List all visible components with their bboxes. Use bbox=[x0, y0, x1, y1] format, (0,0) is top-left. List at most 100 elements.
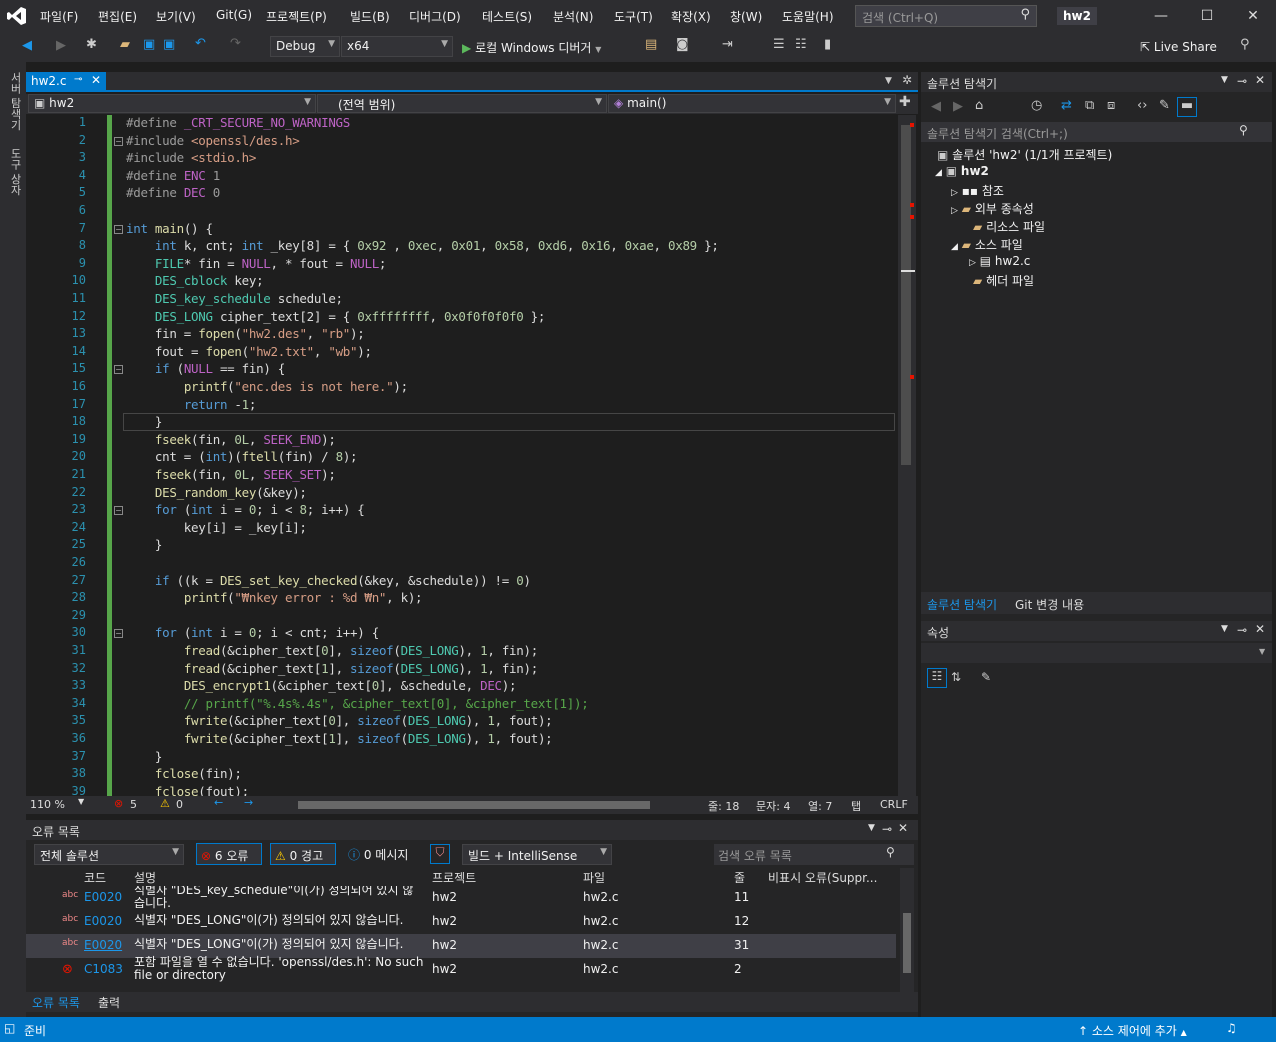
forward-icon[interactable]: ▶ bbox=[953, 99, 963, 114]
feedback-icon[interactable]: ⚲ bbox=[1240, 37, 1250, 52]
tab-output[interactable]: 출력 bbox=[98, 994, 120, 1011]
code-line[interactable]: fseek(fin, 0L, SEEK_SET); bbox=[126, 467, 336, 482]
property-pages-icon[interactable]: ✎ bbox=[981, 670, 991, 684]
fold-toggle-icon[interactable]: − bbox=[114, 629, 123, 639]
open-folder-icon[interactable]: ▰ bbox=[120, 37, 130, 52]
code-line[interactable]: DES_LONG cipher_text[2] = { 0xffffffff, … bbox=[126, 309, 546, 324]
code-icon[interactable]: ‹› bbox=[1137, 98, 1147, 113]
fold-toggle-icon[interactable]: − bbox=[114, 506, 123, 516]
project-dropdown[interactable]: ▣ hw2 ▼ bbox=[28, 94, 316, 113]
error-code[interactable]: E0020 bbox=[84, 938, 122, 952]
code-line[interactable]: } bbox=[126, 537, 163, 552]
chevron-down-icon[interactable]: ▼ bbox=[1221, 75, 1228, 85]
fold-toggle-icon[interactable]: − bbox=[114, 365, 123, 375]
live-share-button[interactable]: ⇱ Live Share bbox=[1140, 40, 1217, 54]
preview-toggle-icon[interactable]: ▬ bbox=[1177, 97, 1197, 117]
show-all-icon[interactable]: ⧈ bbox=[1107, 98, 1115, 113]
editor-vertical-scrollbar[interactable] bbox=[898, 115, 916, 796]
code-line[interactable]: DES_random_key(&key); bbox=[126, 485, 307, 500]
error-scope-select[interactable]: 전체 솔루션 ▼ bbox=[34, 844, 184, 865]
messages-filter-button[interactable]: ⓘ 0 메시지 bbox=[344, 843, 420, 865]
scrollbar-thumb[interactable] bbox=[903, 913, 911, 973]
notifications-icon[interactable]: ♫ bbox=[1226, 1021, 1237, 1035]
tree-node-external-deps[interactable]: ▷ ▰ 외부 종속성 bbox=[951, 200, 1034, 217]
tree-node-header-files[interactable]: ▰ 헤더 파일 bbox=[973, 272, 1034, 289]
menu-item[interactable]: 파일(F) bbox=[40, 8, 78, 25]
fold-toggle-icon[interactable]: − bbox=[114, 224, 123, 234]
tree-node-hw2-c[interactable]: ▷ ▤ hw2.c bbox=[969, 254, 1030, 268]
errors-filter-button[interactable]: ⊗ 6 오류 bbox=[196, 843, 262, 865]
alphabetical-icon[interactable]: ⇅ bbox=[951, 670, 961, 684]
error-row[interactable]: abc E0020 식별자 "DES_LONG"이(가) 정의되어 있지 않습니다.… bbox=[26, 910, 896, 934]
close-panel-icon[interactable]: ✕ bbox=[1255, 622, 1265, 636]
code-line[interactable]: for (int i = 0; i < 8; i++) { bbox=[126, 502, 365, 517]
error-row[interactable]: ⊗ C1083 포함 파일을 열 수 없습니다. 'openssl/des.h': … bbox=[26, 956, 896, 982]
close-panel-icon[interactable]: ✕ bbox=[898, 821, 908, 835]
pin-icon[interactable]: ⊸ bbox=[1237, 623, 1247, 637]
menu-item[interactable]: Git(G) bbox=[216, 8, 252, 22]
tree-node-references[interactable]: ▷ ▪▪ 참조 bbox=[951, 182, 1004, 199]
close-button[interactable]: ✕ bbox=[1238, 6, 1268, 26]
col-header-code[interactable]: 코드 bbox=[84, 869, 106, 886]
filter-icon[interactable]: ⛉ bbox=[430, 844, 450, 864]
code-line[interactable]: #include <stdio.h> bbox=[126, 150, 256, 165]
project-node[interactable]: ◢ ▣ hw2 bbox=[935, 164, 989, 178]
code-line[interactable]: DES_cblock key; bbox=[126, 273, 264, 288]
pin-icon[interactable]: ⊸ bbox=[882, 822, 892, 836]
next-issue-icon[interactable]: → bbox=[244, 796, 253, 809]
menu-item[interactable]: 프로젝트(P) bbox=[266, 8, 327, 25]
search-box[interactable]: 검색 (Ctrl+Q) ⚲ bbox=[855, 5, 1037, 27]
chevron-down-icon[interactable]: ▼ bbox=[1221, 624, 1228, 634]
warning-count[interactable]: 0 bbox=[176, 798, 183, 811]
save-all-icon[interactable]: ▣ bbox=[163, 37, 175, 52]
solution-root-node[interactable]: ▣ 솔루션 'hw2' (1/1개 프로젝트) bbox=[937, 146, 1112, 163]
new-project-icon[interactable]: ✱ bbox=[86, 37, 97, 52]
code-line[interactable]: printf("enc.des is not here."); bbox=[126, 379, 408, 394]
error-count[interactable]: 5 bbox=[130, 798, 137, 811]
code-line[interactable]: fclose(fin); bbox=[126, 766, 242, 781]
properties-object-dropdown[interactable]: ▼ bbox=[921, 643, 1272, 663]
tab-error-list[interactable]: 오류 목록 bbox=[32, 994, 80, 1011]
horizontal-scrollbar[interactable] bbox=[298, 801, 650, 809]
split-icon[interactable]: ✚ bbox=[899, 94, 911, 110]
build-source-select[interactable]: 빌드 + IntelliSense ▼ bbox=[462, 844, 612, 865]
eol-indicator[interactable]: CRLF bbox=[880, 798, 908, 811]
history-icon[interactable]: ◷ bbox=[1031, 98, 1042, 113]
col-header-line[interactable]: 줄 bbox=[734, 869, 745, 886]
fold-toggle-icon[interactable]: − bbox=[114, 136, 123, 146]
code-line[interactable]: if ((k = DES_set_key_checked(&key, &sche… bbox=[126, 573, 531, 588]
start-debugging-button[interactable]: ▶ 로컬 Windows 디버거 ▼ bbox=[462, 39, 601, 56]
solution-folder-icon[interactable]: ▤ bbox=[645, 37, 657, 52]
code-line[interactable]: fwrite(&cipher_text[0], sizeof(DES_LONG)… bbox=[126, 713, 553, 728]
gear-icon[interactable]: ✲ bbox=[902, 73, 912, 87]
menu-item[interactable]: 보기(V) bbox=[156, 8, 196, 25]
code-line[interactable]: fclose(fout); bbox=[126, 784, 249, 796]
add-source-control-button[interactable]: ↑ 소스 제어에 추가 ▲ bbox=[1078, 1022, 1187, 1039]
back-icon[interactable]: ◀ bbox=[22, 38, 32, 53]
tree-node-source-files[interactable]: ◢ ▰ 소스 파일 bbox=[951, 236, 1023, 253]
step-icon[interactable]: ⇥ bbox=[722, 37, 733, 52]
code-line[interactable]: fread(&cipher_text[0], sizeof(DES_LONG),… bbox=[126, 643, 538, 658]
code-line[interactable]: fseek(fin, 0L, SEEK_END); bbox=[126, 432, 336, 447]
error-list-scrollbar[interactable] bbox=[900, 868, 914, 992]
tab-indicator[interactable]: 탭 bbox=[851, 798, 861, 814]
maximize-button[interactable]: ☐ bbox=[1192, 6, 1222, 26]
chevron-down-icon[interactable]: ▼ bbox=[885, 76, 892, 86]
col-header-file[interactable]: 파일 bbox=[583, 869, 605, 886]
error-code[interactable]: C1083 bbox=[84, 962, 123, 976]
forward-icon[interactable]: ▶ bbox=[56, 38, 66, 53]
code-line[interactable]: FILE* fin = NULL, * fout = NULL; bbox=[126, 256, 387, 271]
previous-issue-icon[interactable]: ← bbox=[214, 796, 223, 809]
code-line[interactable]: fread(&cipher_text[1], sizeof(DES_LONG),… bbox=[126, 661, 538, 676]
code-line[interactable]: #define ENC 1 bbox=[126, 168, 220, 183]
close-tab-icon[interactable]: ✕ bbox=[91, 73, 101, 87]
wrench-icon[interactable]: ✎ bbox=[1159, 98, 1170, 113]
code-line[interactable]: } bbox=[126, 414, 163, 429]
uncomment-icon[interactable]: ☷ bbox=[795, 37, 807, 52]
menu-item[interactable]: 창(W) bbox=[730, 8, 762, 25]
minimize-button[interactable]: — bbox=[1146, 6, 1176, 26]
server-explorer-tab[interactable]: 서버 탐색기 bbox=[7, 72, 23, 131]
bookmark-icon[interactable]: ▮ bbox=[824, 37, 831, 52]
chevron-down-icon[interactable]: ▼ bbox=[78, 797, 84, 806]
function-dropdown[interactable]: ◈ main() ▼ bbox=[608, 94, 896, 113]
